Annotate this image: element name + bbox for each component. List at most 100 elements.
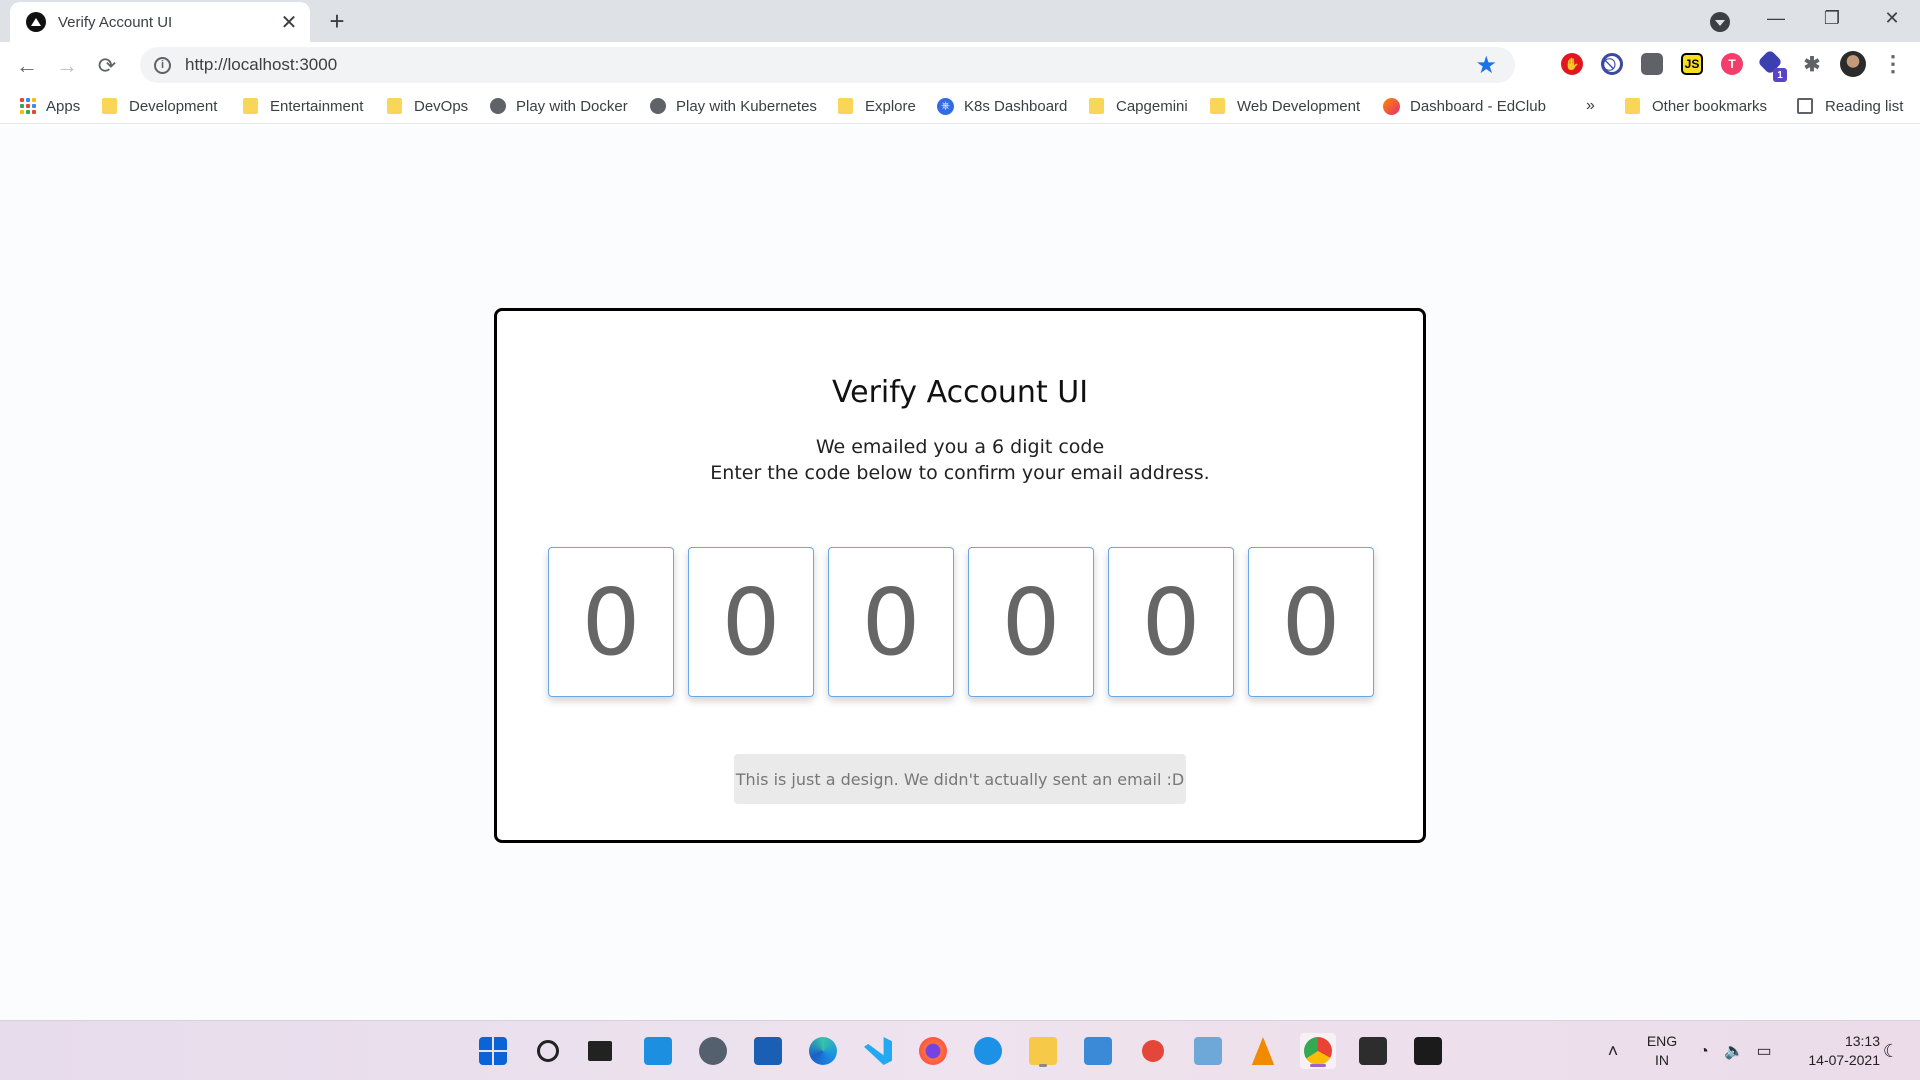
bookmark-play-with-docker[interactable]: Play with Docker <box>490 94 628 118</box>
firefox-icon[interactable] <box>915 1033 951 1069</box>
block-extension-icon[interactable]: ⃠ <box>1601 53 1623 75</box>
edge-browser-icon[interactable] <box>805 1033 841 1069</box>
bookmarks-bar: Apps Development Entertainment DevOps Pl… <box>0 88 1920 124</box>
bookmark-label: Play with Kubernetes <box>676 97 817 115</box>
forward-arrow-icon[interactable]: → <box>50 49 84 83</box>
start-windows-icon[interactable] <box>475 1033 511 1069</box>
browser-tab[interactable]: Verify Account UI ✕ <box>10 2 310 42</box>
control-panel-icon[interactable] <box>1080 1033 1116 1069</box>
bookmark-label: Dashboard - EdClub <box>1410 97 1546 115</box>
page-viewport: Verify Account UI We emailed you a 6 dig… <box>0 124 1920 1020</box>
widgets-icon[interactable] <box>640 1033 676 1069</box>
bookmark-label: Other bookmarks <box>1652 97 1768 115</box>
tampermonkey-extension-icon[interactable]: T <box>1721 53 1743 75</box>
bookmark-other-bookmarks[interactable]: Other bookmarks <box>1625 94 1767 118</box>
bookmark-devops[interactable]: DevOps <box>387 94 468 118</box>
wifi-icon[interactable]: ◔ <box>1692 1027 1716 1075</box>
minimize-icon[interactable]: — <box>1748 0 1804 36</box>
bookmark-entertainment[interactable]: Entertainment <box>243 94 363 118</box>
store-icon[interactable] <box>750 1033 786 1069</box>
docker-icon[interactable] <box>970 1033 1006 1069</box>
tab-strip: Verify Account UI ✕ + — ❐ ✕ <box>0 0 1920 42</box>
instruction-line-2: Enter the code below to confirm your ema… <box>710 462 1210 484</box>
bookmark-label: Web Development <box>1237 97 1361 115</box>
predator-sense-icon[interactable] <box>1410 1033 1446 1069</box>
disclaimer-note: This is just a design. We didn't actuall… <box>734 754 1186 804</box>
bookmark-label: Apps <box>46 97 81 115</box>
code-digit-input-4[interactable]: 0 <box>968 547 1094 697</box>
bookmark-label: K8s Dashboard <box>964 97 1068 115</box>
vlc-icon[interactable] <box>1245 1033 1281 1069</box>
reload-icon[interactable]: ⟳ <box>90 49 124 83</box>
code-digit-input-2[interactable]: 0 <box>688 547 814 697</box>
instruction-line-1: We emailed you a 6 digit code <box>815 436 1105 458</box>
bookmark-label: Reading list <box>1825 97 1904 115</box>
code-digit-input-1[interactable]: 0 <box>548 547 674 697</box>
app-favicon-icon <box>26 12 46 32</box>
reading-list-icon <box>1797 98 1813 114</box>
close-window-icon[interactable]: ✕ <box>1864 0 1920 36</box>
tab-title: Verify Account UI <box>58 13 173 31</box>
profile-avatar[interactable] <box>1840 51 1866 77</box>
bookmark-web-development[interactable]: Web Development <box>1210 94 1360 118</box>
bookmark-play-with-kubernetes[interactable]: Play with Kubernetes <box>650 94 817 118</box>
bookmark-k8s-dashboard[interactable]: ⎈ K8s Dashboard <box>937 94 1067 118</box>
back-arrow-icon[interactable]: ← <box>10 49 44 83</box>
battery-icon[interactable]: ▭ <box>1752 1027 1776 1075</box>
verify-card: Verify Account UI We emailed you a 6 dig… <box>494 308 1426 843</box>
page-title: Verify Account UI <box>831 375 1089 410</box>
restore-icon[interactable]: ❐ <box>1804 0 1860 36</box>
bookmark-dashboard-edclub[interactable]: Dashboard - EdClub <box>1383 94 1546 118</box>
settings-gear-icon[interactable] <box>695 1033 731 1069</box>
js-extension-icon[interactable]: JS <box>1681 53 1703 75</box>
resource-monitor-icon[interactable] <box>1190 1033 1226 1069</box>
code-digit-input-6[interactable]: 0 <box>1248 547 1374 697</box>
terminal-icon[interactable] <box>1355 1033 1391 1069</box>
code-input-group: 0 0 0 0 0 0 <box>548 547 1374 697</box>
language-indicator[interactable]: ENG IN <box>1640 1027 1684 1075</box>
puzzle-extensions-icon[interactable]: ✱ <box>1801 53 1823 76</box>
file-explorer-icon[interactable] <box>1025 1033 1061 1069</box>
bookmark-star-icon[interactable]: ★ <box>1475 51 1497 80</box>
extension-badge: 1 <box>1773 68 1787 82</box>
bookmark-capgemini[interactable]: Capgemini <box>1089 94 1188 118</box>
bookmark-label: Development <box>129 97 218 115</box>
bookmark-label: Entertainment <box>270 97 364 115</box>
close-tab-icon[interactable]: ✕ <box>278 11 300 34</box>
task-view-icon[interactable] <box>582 1033 618 1069</box>
screenshot-extension-icon[interactable] <box>1641 53 1663 75</box>
focus-assist-moon-icon[interactable]: ☾ <box>1878 1027 1904 1075</box>
code-digit-input-3[interactable]: 0 <box>828 547 954 697</box>
folder-icon <box>838 98 853 114</box>
tab-search-icon[interactable] <box>1710 12 1730 32</box>
bookmarks-overflow-button[interactable]: » <box>1586 94 1595 118</box>
search-icon[interactable] <box>530 1033 566 1069</box>
folder-icon <box>1089 98 1104 114</box>
edclub-icon <box>1383 97 1400 115</box>
url-text: http://localhost:3000 <box>185 55 338 74</box>
folder-icon <box>243 98 258 114</box>
vscode-icon[interactable] <box>860 1033 896 1069</box>
bookmark-development[interactable]: Development <box>102 94 217 118</box>
chrome-icon[interactable] <box>1300 1033 1336 1069</box>
clock-time: 13:13 <box>1844 1033 1880 1049</box>
address-bar[interactable]: i http://localhost:3000 ★ <box>140 47 1515 83</box>
code-digit-input-5[interactable]: 0 <box>1108 547 1234 697</box>
new-tab-button[interactable]: + <box>322 6 352 36</box>
kubernetes-icon: ⎈ <box>937 97 954 115</box>
volume-icon[interactable]: 🔈 <box>1722 1027 1746 1075</box>
clock[interactable]: 13:13 14-07-2021 <box>1790 1027 1880 1075</box>
folder-icon <box>1210 98 1225 114</box>
region-code: IN <box>1655 1052 1669 1068</box>
bookmark-apps[interactable]: Apps <box>20 94 80 118</box>
show-hidden-icons-chevron-icon[interactable]: ˄ <box>1598 1027 1628 1075</box>
bookmark-explore[interactable]: Explore <box>838 94 916 118</box>
menu-kebab-icon[interactable]: ⋮ <box>1882 51 1904 76</box>
adblock-extension-icon[interactable]: ✋ <box>1561 53 1583 75</box>
bookmark-label: DevOps <box>414 97 469 115</box>
snipping-tool-icon[interactable] <box>1135 1033 1171 1069</box>
clock-date: 14-07-2021 <box>1808 1052 1880 1068</box>
globe-icon <box>490 98 506 114</box>
site-info-icon[interactable]: i <box>154 56 171 74</box>
reading-list-button[interactable]: Reading list <box>1797 94 1903 118</box>
